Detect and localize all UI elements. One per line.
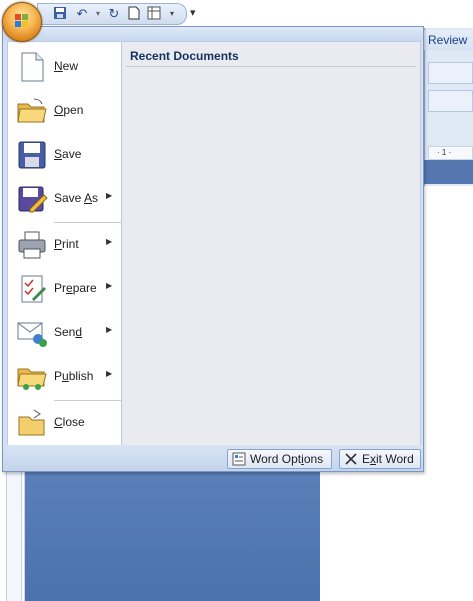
alignment-control[interactable] bbox=[428, 90, 473, 112]
menu-item-label: New bbox=[54, 59, 79, 73]
menu-item-label: Prepare bbox=[54, 281, 97, 295]
redo-icon[interactable]: ↻ bbox=[106, 6, 122, 22]
menu-item-publish[interactable]: Publish ▶ bbox=[8, 356, 122, 398]
menu-divider bbox=[54, 222, 122, 223]
menu-item-label: Open bbox=[54, 103, 84, 117]
save-icon[interactable] bbox=[52, 6, 68, 22]
word-options-button[interactable]: Word Options bbox=[227, 449, 332, 469]
horizontal-ruler: · 1 · bbox=[428, 146, 473, 160]
recent-documents-title: Recent Documents bbox=[130, 49, 239, 63]
menu-item-print[interactable]: Print ▶ bbox=[8, 224, 122, 266]
page-background bbox=[320, 470, 473, 601]
close-folder-icon bbox=[16, 407, 48, 439]
table-icon[interactable] bbox=[146, 6, 162, 22]
open-folder-icon bbox=[16, 95, 48, 127]
customize-icon[interactable]: ▾ bbox=[190, 6, 196, 19]
document-area bbox=[25, 470, 320, 601]
menu-item-send[interactable]: Send ▶ bbox=[8, 312, 122, 354]
menu-item-open[interactable]: Open bbox=[8, 90, 122, 132]
menu-item-prepare[interactable]: Prepare ▶ bbox=[8, 268, 122, 310]
office-logo-icon bbox=[15, 14, 29, 28]
printer-icon bbox=[16, 229, 48, 261]
word-options-icon bbox=[232, 452, 246, 466]
submenu-arrow-icon: ▶ bbox=[106, 191, 113, 200]
tab-review[interactable]: Review bbox=[424, 30, 473, 50]
undo-icon[interactable]: ↶ bbox=[74, 6, 90, 22]
submenu-arrow-icon: ▶ bbox=[106, 369, 113, 378]
submenu-arrow-icon: ▶ bbox=[106, 281, 113, 290]
exit-word-button[interactable]: Exit Word bbox=[339, 449, 421, 469]
menu-item-save-as[interactable]: Save As ▶ bbox=[8, 178, 122, 220]
menu-footer: Word Options Exit Word bbox=[3, 445, 423, 471]
save-as-icon bbox=[16, 183, 48, 215]
menu-item-label: Publish bbox=[54, 369, 94, 383]
submenu-arrow-icon: ▶ bbox=[106, 325, 113, 334]
menu-item-label: Print bbox=[54, 237, 79, 251]
menu-item-new[interactable]: New bbox=[8, 46, 122, 88]
recent-divider bbox=[126, 66, 416, 67]
quick-access-toolbar: ↶ ▾ ↻ ▾ bbox=[37, 3, 187, 25]
recent-documents-panel: Recent Documents bbox=[121, 41, 421, 447]
menu-commands: New Open Save Save As ▶ Print ▶ Prepare … bbox=[7, 41, 122, 447]
submenu-arrow-icon: ▶ bbox=[106, 237, 113, 246]
exit-word-label: Exit Word bbox=[362, 452, 414, 466]
undo-dropdown-icon[interactable]: ▾ bbox=[90, 6, 106, 22]
publish-icon bbox=[16, 361, 48, 393]
table-dropdown-icon[interactable]: ▾ bbox=[164, 6, 180, 22]
send-icon bbox=[16, 317, 48, 349]
word-options-label: Word Options bbox=[250, 452, 324, 466]
menu-item-save[interactable]: Save bbox=[8, 134, 122, 176]
document-area-edge bbox=[424, 160, 473, 184]
office-button[interactable] bbox=[2, 2, 42, 42]
office-menu: New Open Save Save As ▶ Print ▶ Prepare … bbox=[2, 26, 424, 472]
menu-item-label: Save As bbox=[54, 191, 99, 205]
close-icon bbox=[344, 452, 358, 466]
menu-top-band bbox=[3, 27, 423, 41]
vertical-ruler bbox=[6, 470, 22, 601]
menu-divider bbox=[54, 400, 122, 401]
menu-item-label: Send bbox=[54, 325, 83, 339]
save-disk-icon bbox=[16, 139, 48, 171]
new-document-icon bbox=[16, 51, 48, 83]
bullets-control[interactable] bbox=[428, 62, 473, 84]
prepare-icon bbox=[16, 273, 48, 305]
new-doc-icon[interactable] bbox=[126, 6, 142, 22]
menu-item-label: Save bbox=[54, 147, 82, 161]
menu-item-label: Close bbox=[54, 415, 85, 429]
menu-item-close[interactable]: Close bbox=[8, 402, 122, 444]
